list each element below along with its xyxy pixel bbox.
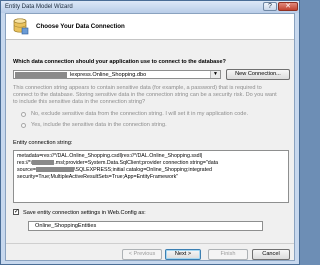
help-button[interactable]: ? — [263, 2, 277, 11]
redacted-text — [32, 160, 55, 166]
entity-string-line: security=True;MultipleActiveResultSets=T… — [17, 174, 179, 180]
include-sensitive-label: Yes, include the sensitive data in the c… — [31, 122, 167, 128]
previous-button[interactable]: < Previous — [122, 249, 162, 260]
connection-selected-value: lexpress.Online_Shopping.dbo — [70, 72, 147, 78]
entity-connection-string-textarea[interactable]: metadata=res://*/DAL.Online_Shopping.csd… — [13, 150, 289, 203]
entity-string-line: source= \SQLEXPRESS;initial catalog=Onlin… — [17, 167, 212, 173]
save-settings-checkbox[interactable]: ✓ — [13, 209, 19, 215]
include-sensitive-radio[interactable] — [21, 123, 26, 128]
exclude-sensitive-radio[interactable] — [21, 112, 26, 117]
save-settings-label: Save entity connection settings in Web.C… — [23, 210, 146, 216]
entity-string-label: Entity connection string: — [13, 140, 73, 146]
sensitive-description-line: connect to the database. Storing sensiti… — [13, 92, 277, 98]
close-button[interactable]: ✕ — [278, 2, 298, 11]
entity-string-line: metadata=res://*/DAL.Online_Shopping.csd… — [17, 153, 203, 159]
redacted-text — [15, 72, 67, 78]
entity-string-line: res://*/.msl;provider=System.Data.SqlCli… — [17, 160, 219, 166]
wizard-header: Choose Your Data Connection — [6, 14, 294, 40]
sensitive-description-line: to include this sensitive data in the co… — [13, 99, 146, 105]
exclude-sensitive-label: No, exclude sensitive data from the conn… — [31, 111, 249, 117]
sensitive-description-line: This connection string appears to contai… — [13, 85, 262, 91]
wizard-window: Entity Data Model Wizard ? ✕ Choose Your… — [0, 0, 300, 265]
finish-button[interactable]: Finish — [208, 249, 248, 260]
wizard-client-area: Choose Your Data Connection Which data c… — [5, 13, 295, 261]
database-wizard-icon — [13, 18, 29, 35]
page-title: Choose Your Data Connection — [36, 23, 125, 30]
next-button[interactable]: Next > — [165, 249, 201, 260]
new-connection-button[interactable]: New Connection... — [226, 69, 290, 80]
window-title: Entity Data Model Wizard — [5, 4, 73, 10]
entities-name-input[interactable]: Online_ShoppingEntities — [28, 221, 263, 231]
redacted-text — [36, 167, 74, 173]
connection-question: Which data connection should your applic… — [13, 59, 226, 65]
footer-divider — [6, 243, 294, 244]
title-bar[interactable]: Entity Data Model Wizard ? ✕ — [1, 1, 299, 13]
chevron-down-icon[interactable]: ▼ — [210, 71, 220, 78]
cancel-button[interactable]: Cancel — [252, 249, 290, 260]
connection-dropdown[interactable]: lexpress.Online_Shopping.dbo ▼ — [13, 70, 221, 79]
